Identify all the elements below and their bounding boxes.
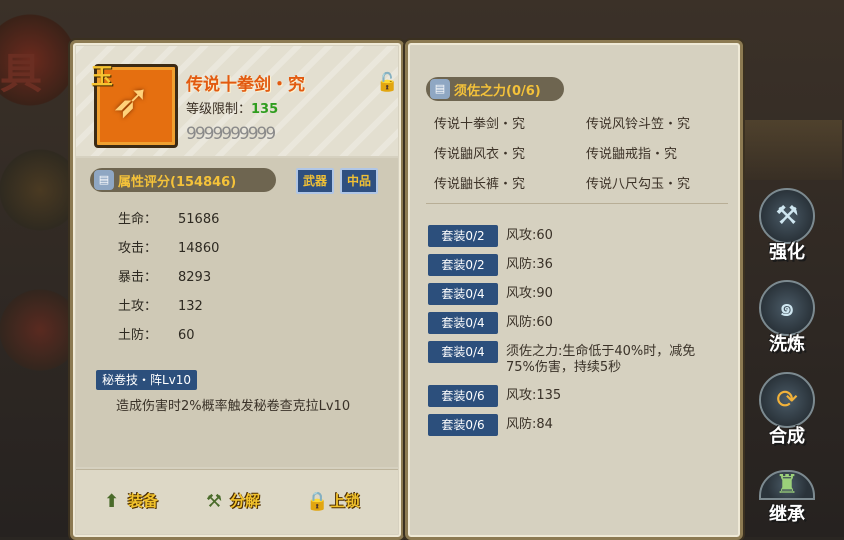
refine-button[interactable]: ๑ 洗炼 bbox=[752, 280, 822, 356]
stat-value: 51686 bbox=[178, 212, 220, 227]
set-bonus-desc: 风防:36 bbox=[506, 257, 553, 272]
set-bonus-desc: 风攻:135 bbox=[506, 388, 562, 403]
action-button-row: ⬆ 装备 ⚒ 分解 🔒 上锁 bbox=[76, 469, 398, 534]
stat-key: 攻击： bbox=[118, 241, 158, 256]
attribute-score-header: ▤ 属性评分(154846) bbox=[90, 168, 276, 192]
set-bonus-desc: 风防:60 bbox=[506, 315, 553, 330]
sword-icon: ➶ bbox=[111, 73, 152, 129]
set-bonus-tag: 套装0/2 bbox=[428, 254, 498, 276]
set-bonus-row: 套装0/6 风防:84 bbox=[428, 414, 553, 436]
synthesize-icon: ⟳ bbox=[759, 372, 815, 428]
set-item: 传说十拳剑・究 bbox=[434, 117, 526, 132]
lock-icon: 🔒 bbox=[306, 491, 329, 512]
stat-value: 60 bbox=[178, 328, 195, 343]
stat-value: 132 bbox=[178, 299, 203, 314]
set-bonus-tag: 套装0/4 bbox=[428, 312, 498, 334]
inherit-label: 继承 bbox=[769, 504, 805, 525]
decompose-label: 分解 bbox=[230, 492, 261, 510]
stat-row: 土攻： 132 bbox=[118, 295, 203, 314]
section-divider bbox=[426, 203, 728, 204]
lock-label: 上锁 bbox=[330, 492, 361, 510]
equip-button[interactable]: ⬆ 装备 bbox=[104, 490, 158, 512]
swirl-icon: ๑ bbox=[759, 280, 815, 336]
set-item: 传说八尺勾玉・究 bbox=[586, 177, 691, 192]
strengthen-button[interactable]: ⚒ 强化 bbox=[752, 188, 822, 264]
padlock-icon[interactable]: 🔓 bbox=[376, 72, 398, 93]
set-title: 须佐之力(0/6) bbox=[454, 84, 541, 99]
synthesize-label: 合成 bbox=[769, 426, 805, 447]
grade-tag: 中品 bbox=[340, 168, 379, 194]
set-bonus-row: 套装0/4 风攻:90 bbox=[428, 283, 553, 305]
stat-key: 土攻： bbox=[118, 299, 158, 314]
set-header: ▤ 须佐之力(0/6) bbox=[426, 77, 564, 101]
set-bonus-desc: 须佐之力:生命低于40%时，减免75%伤害，持续5秒 bbox=[506, 344, 696, 375]
set-bonus-tag: 套装0/2 bbox=[428, 225, 498, 247]
type-tag: 武器 bbox=[296, 168, 335, 194]
equip-icon: ⬆ bbox=[104, 491, 120, 512]
stat-row: 土防： 60 bbox=[118, 324, 195, 343]
level-requirement: 等级限制：135 bbox=[186, 98, 278, 117]
secret-scroll-skill-title: 秘卷技・阵Lv10 bbox=[96, 370, 198, 390]
scroll-icon: ▤ bbox=[94, 170, 114, 190]
stat-value: 8293 bbox=[178, 270, 212, 285]
secret-scroll-skill-desc: 造成伤害时2%概率触发秘卷查克拉Lv10 bbox=[116, 399, 351, 414]
stat-row: 暴击： 8293 bbox=[118, 266, 211, 285]
set-bonus-tag: 套装0/4 bbox=[428, 283, 498, 305]
set-bonus-desc: 风防:84 bbox=[506, 417, 553, 432]
set-bonus-row: 套装0/4 风防:60 bbox=[428, 312, 553, 334]
set-item: 传说鼬风衣・究 bbox=[434, 147, 526, 162]
refine-label: 洗炼 bbox=[769, 334, 805, 355]
item-name: 传说十拳剑・究 bbox=[186, 75, 305, 95]
equip-label: 装备 bbox=[128, 492, 159, 510]
level-value: 135 bbox=[251, 102, 279, 117]
set-bonus-tag: 套装0/6 bbox=[428, 385, 498, 407]
set-bonus-tag: 套装0/4 bbox=[428, 341, 498, 363]
set-bonus-desc: 风攻:60 bbox=[506, 228, 553, 243]
inherit-button[interactable]: ♜ 继承 bbox=[752, 470, 822, 526]
stat-key: 生命： bbox=[118, 212, 158, 227]
stat-key: 土防： bbox=[118, 328, 158, 343]
synthesize-button[interactable]: ⟳ 合成 bbox=[752, 372, 822, 448]
set-bonus-row: 套装0/4 须佐之力:生命低于40%时，减免75%伤害，持续5秒 bbox=[428, 341, 716, 375]
strengthen-label: 强化 bbox=[769, 242, 805, 263]
set-bonus-tag: 套装0/6 bbox=[428, 414, 498, 436]
item-icon-frame: 玉 ➶ bbox=[91, 64, 178, 148]
background-glyph: 具 bbox=[0, 49, 43, 98]
scroll-icon: ▤ bbox=[430, 79, 450, 99]
set-bonus-panel: ▤ 须佐之力(0/6) 传说十拳剑・究 传说风铃斗笠・究 传说鼬风衣・究 传说鼬… bbox=[405, 40, 743, 540]
lock-button[interactable]: 🔒 上锁 bbox=[306, 490, 360, 512]
hammer-icon: ⚒ bbox=[206, 491, 223, 512]
attribute-score-text: 属性评分(154846) bbox=[118, 175, 237, 190]
level-label: 等级限制： bbox=[186, 102, 252, 117]
stat-value: 14860 bbox=[178, 241, 220, 256]
decompose-button[interactable]: ⚒ 分解 bbox=[206, 490, 260, 512]
item-detail-panel: 玉 ➶ 传说十拳剑・究 🔓 等级限制：135 9999999999 ▤ 属性评分… bbox=[70, 40, 404, 540]
magatama-bead-row: 9999999999 bbox=[186, 124, 276, 144]
hammer-upgrade-icon: ⚒ bbox=[759, 188, 815, 244]
set-bonus-row: 套装0/6 风攻:135 bbox=[428, 385, 561, 407]
stat-row: 攻击： 14860 bbox=[118, 237, 219, 256]
set-item: 传说风铃斗笠・究 bbox=[586, 117, 691, 132]
inherit-icon: ♜ bbox=[759, 470, 815, 500]
set-bonus-row: 套装0/2 风攻:60 bbox=[428, 225, 553, 247]
item-header: 玉 ➶ 传说十拳剑・究 🔓 等级限制：135 9999999999 bbox=[76, 46, 398, 156]
stat-row: 生命： 51686 bbox=[118, 208, 219, 227]
stat-key: 暴击： bbox=[118, 270, 158, 285]
set-item: 传说鼬长裤・究 bbox=[434, 177, 526, 192]
set-item: 传说鼬戒指・究 bbox=[586, 147, 678, 162]
grade-badge: 玉 bbox=[91, 65, 114, 90]
set-bonus-desc: 风攻:90 bbox=[506, 286, 553, 301]
set-bonus-row: 套装0/2 风防:36 bbox=[428, 254, 553, 276]
background-inventory-strip bbox=[742, 120, 842, 180]
attribute-section: ▤ 属性评分(154846) 武器 中品 生命： 51686 攻击： 14860 暴… bbox=[76, 158, 398, 467]
